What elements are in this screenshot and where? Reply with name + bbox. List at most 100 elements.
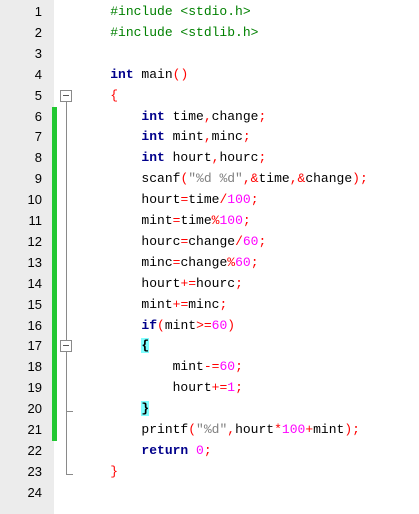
code-text[interactable]: hourc=change/60; — [79, 232, 266, 253]
code-token: ; — [242, 129, 251, 145]
code-text[interactable]: #include <stdio.h> — [79, 2, 250, 23]
code-line[interactable]: 19 hourt+=1; — [0, 378, 419, 399]
fold-toggle-collapse-icon[interactable] — [60, 340, 72, 353]
code-text[interactable]: hourt=time/100; — [79, 190, 258, 211]
code-token: -= — [203, 359, 220, 375]
code-text[interactable]: return 0; — [79, 441, 211, 462]
code-token: int — [141, 108, 165, 124]
line-number: 4 — [34, 66, 42, 82]
line-number: 18 — [27, 359, 42, 375]
code-token: main — [133, 66, 173, 82]
code-token: ; — [258, 108, 267, 124]
code-token: * — [274, 422, 282, 437]
code-line[interactable]: 8 int hourt,hourc; — [0, 148, 419, 169]
code-line[interactable]: 24 — [0, 483, 419, 504]
code-token: hourt — [141, 275, 181, 291]
code-text[interactable]: { — [79, 336, 150, 357]
code-text[interactable]: hourt+=1; — [79, 378, 243, 399]
line-number: 2 — [34, 24, 42, 40]
code-token: hourc — [141, 233, 181, 249]
code-token: time — [180, 213, 212, 228]
code-text[interactable]: } — [79, 399, 150, 420]
code-token: ) — [227, 317, 236, 333]
code-token: mint — [141, 213, 173, 228]
code-editor[interactable]: 1 #include <stdio.h> 2 #include <stdlib.h… — [0, 0, 419, 514]
code-token: { — [141, 338, 150, 354]
code-line[interactable]: 7 int mint,minc; — [0, 127, 419, 148]
code-text[interactable]: { — [79, 86, 118, 107]
code-text[interactable]: if(mint>=60) — [79, 316, 235, 337]
line-number: 5 — [34, 87, 42, 103]
line-number: 7 — [34, 129, 42, 145]
code-token: hourt — [172, 380, 212, 396]
code-token: { — [110, 87, 119, 103]
code-line[interactable]: 11 mint=time%100; — [0, 211, 419, 232]
code-line[interactable]: 16 if(mint>=60) — [0, 316, 419, 337]
code-token: #include <stdlib.h> — [110, 24, 259, 40]
code-token: hourc — [219, 150, 259, 166]
code-text[interactable]: int time,change; — [79, 107, 266, 128]
code-token: minc — [141, 254, 173, 270]
code-token: += — [211, 380, 228, 396]
line-number: 11 — [28, 213, 43, 228]
code-token: ; — [250, 254, 259, 270]
code-line[interactable]: 13 minc=change%60; — [0, 253, 419, 274]
code-text[interactable]: int main() — [79, 65, 188, 86]
code-token: >= — [196, 317, 212, 333]
code-line[interactable]: 3 — [0, 44, 419, 65]
code-text[interactable]: int hourt,hourc; — [79, 148, 266, 169]
code-line[interactable]: 4 int main() — [0, 65, 419, 86]
line-number: 1 — [34, 4, 42, 19]
code-line[interactable]: 1 #include <stdio.h> — [0, 2, 419, 23]
code-line[interactable]: 22 return 0; — [0, 441, 419, 462]
code-text[interactable]: mint-=60; — [79, 357, 243, 378]
code-line[interactable]: 23 } — [0, 462, 419, 483]
line-number: 24 — [27, 484, 42, 500]
code-line[interactable]: 14 hourt+=hourc; — [0, 274, 419, 295]
code-token: , — [203, 129, 212, 145]
code-line[interactable]: 2 #include <stdlib.h> — [0, 23, 419, 44]
code-text[interactable]: int mint,minc; — [79, 127, 251, 148]
code-line[interactable]: 21 printf("%d",hourt*100+mint); — [0, 420, 419, 441]
code-line[interactable]: 9 scanf("%d %d",&time,&change); — [0, 169, 419, 190]
code-text[interactable]: #include <stdlib.h> — [79, 23, 258, 44]
code-text[interactable]: printf("%d",hourt*100+mint); — [79, 420, 360, 441]
code-line[interactable]: 12 hourc=change/60; — [0, 232, 419, 253]
code-text[interactable]: hourt+=hourc; — [79, 274, 242, 295]
code-line[interactable]: 20 } — [0, 399, 419, 420]
code-token: int — [141, 150, 165, 166]
code-text[interactable]: minc=change%60; — [79, 253, 259, 274]
fold-toggle-collapse-icon[interactable] — [60, 89, 72, 102]
code-line[interactable]: 6 int time,change; — [0, 107, 419, 128]
code-token: % — [227, 254, 236, 270]
code-token: 0 — [196, 442, 204, 458]
code-token: 60 — [211, 317, 228, 333]
code-text[interactable]: scanf("%d %d",&time,&change); — [79, 169, 367, 190]
code-line[interactable]: 18 mint-=60; — [0, 357, 419, 378]
code-text[interactable]: mint+=minc; — [79, 295, 227, 316]
code-token: scanf — [141, 171, 181, 187]
code-token: time — [258, 171, 290, 187]
code-line[interactable]: 15 mint+=minc; — [0, 295, 419, 316]
code-token: += — [172, 296, 189, 312]
code-token: hourc — [196, 275, 236, 291]
code-line[interactable]: 10 hourt=time/100; — [0, 190, 419, 211]
code-token: change — [305, 171, 353, 187]
code-token: mint — [313, 422, 345, 437]
code-text[interactable]: mint=time%100; — [79, 211, 250, 232]
code-token: change — [180, 254, 228, 270]
code-token: + — [305, 422, 314, 437]
code-token: int — [141, 129, 165, 145]
code-token: ; — [235, 359, 243, 375]
code-token: "%d" — [196, 422, 228, 437]
code-token: return — [141, 442, 189, 458]
code-text[interactable]: } — [79, 462, 118, 483]
